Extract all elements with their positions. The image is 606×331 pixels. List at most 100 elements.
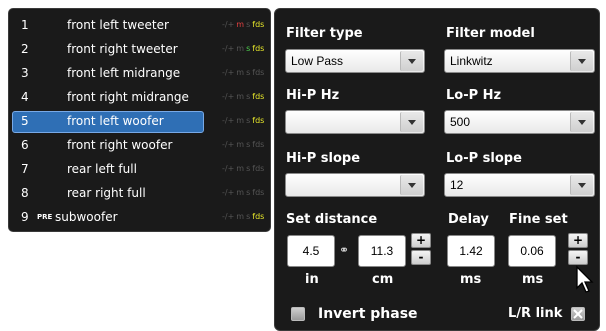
chevron-down-icon[interactable] <box>400 51 423 71</box>
channel-flags: -/+ m s fds <box>220 133 264 157</box>
flag-m-toggle[interactable]: m <box>236 212 244 221</box>
flag-s-toggle[interactable]: s <box>246 116 250 125</box>
flag-plusminus-toggle[interactable]: -/+ <box>222 140 234 149</box>
flag-plusminus-toggle[interactable]: -/+ <box>222 212 234 221</box>
chevron-down-icon[interactable] <box>570 112 593 132</box>
flag-plusminus-toggle[interactable]: -/+ <box>222 92 234 101</box>
flag-s-toggle[interactable]: s <box>246 188 250 197</box>
filter-model-select[interactable]: Linkwitz <box>444 49 595 73</box>
channel-row[interactable]: 3 front left midrange -/+ m s fds <box>15 61 264 85</box>
hip-hz-select[interactable] <box>285 110 425 134</box>
hip-slope-select[interactable] <box>285 173 425 197</box>
flag-plusminus-toggle[interactable]: -/+ <box>222 188 234 197</box>
channel-row[interactable]: 1 front left tweeter -/+ m s fds <box>15 13 264 37</box>
flag-plusminus-toggle[interactable]: -/+ <box>222 44 234 53</box>
invert-phase-checkbox[interactable] <box>291 307 305 321</box>
channel-number: 1 <box>21 18 29 32</box>
channel-name: front right tweeter <box>67 42 178 56</box>
fine-unit: ms <box>522 272 544 287</box>
flag-s-toggle[interactable]: s <box>246 212 250 221</box>
flag-m-toggle[interactable]: m <box>236 92 244 101</box>
fine-minus-button[interactable]: - <box>568 250 588 265</box>
flag-m-toggle[interactable]: m <box>236 44 244 53</box>
chevron-down-icon[interactable] <box>400 112 423 132</box>
flag-fds-toggle[interactable]: fds <box>252 20 264 29</box>
channel-number: 7 <box>21 162 29 176</box>
pre-badge: PRE <box>37 213 53 221</box>
flag-fds-toggle[interactable]: fds <box>252 44 264 53</box>
mouse-cursor-icon <box>576 265 594 293</box>
filter-panel: Filter type Filter model Low Pass Linkwi… <box>274 8 600 331</box>
lop-slope-select[interactable]: 12 <box>444 173 595 197</box>
flag-fds-toggle[interactable]: fds <box>252 92 264 101</box>
channel-flags: -/+ m s fds <box>220 205 264 229</box>
distance-cm-input[interactable]: 11.3 <box>358 235 406 267</box>
flag-m-toggle[interactable]: m <box>236 140 244 149</box>
channel-name: subwoofer <box>55 210 118 224</box>
flag-s-toggle[interactable]: s <box>246 140 250 149</box>
channel-name: front right woofer <box>67 138 173 152</box>
flag-fds-toggle[interactable]: fds <box>252 164 264 173</box>
flag-plusminus-toggle[interactable]: -/+ <box>222 164 234 173</box>
flag-m-toggle[interactable]: m <box>236 188 244 197</box>
distance-minus-button[interactable]: - <box>411 250 431 265</box>
channel-row[interactable]: 9 PRE subwoofer -/+ m s fds <box>15 205 264 229</box>
channel-flags: -/+ m s fds <box>220 13 264 37</box>
flag-fds-toggle[interactable]: fds <box>252 116 264 125</box>
filter-type-select[interactable]: Low Pass <box>285 49 425 73</box>
distance-in-input[interactable]: 4.5 <box>287 235 335 267</box>
channel-name: front left midrange <box>67 66 181 80</box>
flag-plusminus-toggle[interactable]: -/+ <box>222 116 234 125</box>
flag-s-toggle[interactable]: s <box>246 164 250 173</box>
fine-plus-button[interactable]: + <box>568 233 588 248</box>
channel-number: 8 <box>21 186 29 200</box>
channel-row[interactable]: 7 rear left full -/+ m s fds <box>15 157 264 181</box>
x-mark-icon <box>573 309 583 319</box>
flag-fds-toggle[interactable]: fds <box>252 212 264 221</box>
hip-hz-label: Hi-P Hz <box>286 88 340 103</box>
hip-slope-label: Hi-P slope <box>286 151 361 166</box>
channel-row[interactable]: 8 rear right full -/+ m s fds <box>15 181 264 205</box>
flag-m-toggle[interactable]: m <box>236 20 244 29</box>
filter-type-value: Low Pass <box>291 54 344 68</box>
distance-plus-button[interactable]: + <box>411 233 431 248</box>
channel-name: rear right full <box>67 186 146 200</box>
channel-number: 6 <box>21 138 29 152</box>
channel-row[interactable]: 6 front right woofer -/+ m s fds <box>15 133 264 157</box>
lr-link-checkbox[interactable] <box>571 307 585 321</box>
flag-s-toggle[interactable]: s <box>246 44 250 53</box>
chevron-down-icon[interactable] <box>400 175 423 195</box>
flag-m-toggle[interactable]: m <box>236 68 244 77</box>
flag-fds-toggle[interactable]: fds <box>252 140 264 149</box>
channel-row[interactable]: 4 front right midrange -/+ m s fds <box>15 85 264 109</box>
filter-model-label: Filter model <box>446 26 535 41</box>
flag-fds-toggle[interactable]: fds <box>252 68 264 77</box>
flag-m-toggle[interactable]: m <box>236 116 244 125</box>
flag-s-toggle[interactable]: s <box>246 68 250 77</box>
flag-m-toggle[interactable]: m <box>236 164 244 173</box>
flag-plusminus-toggle[interactable]: -/+ <box>222 20 234 29</box>
lop-slope-label: Lo-P slope <box>446 151 522 166</box>
delay-input[interactable]: 1.42 <box>447 235 495 267</box>
flag-plusminus-toggle[interactable]: -/+ <box>222 68 234 77</box>
channel-number: 9 <box>21 210 29 224</box>
set-distance-label: Set distance <box>286 212 378 227</box>
lop-hz-select[interactable]: 500 <box>444 110 595 134</box>
filter-type-label: Filter type <box>286 26 363 41</box>
fine-set-input[interactable]: 0.06 <box>508 235 556 267</box>
channel-number: 5 <box>21 114 29 128</box>
flag-s-toggle[interactable]: s <box>246 92 250 101</box>
channel-list: 1 front left tweeter -/+ m s fds 2 front right … <box>8 8 271 232</box>
chevron-down-icon[interactable] <box>570 51 593 71</box>
delay-unit: ms <box>460 272 482 287</box>
channel-name: front right midrange <box>67 90 189 104</box>
link-chain-icon[interactable]: ⚭ <box>339 243 349 257</box>
channel-name: front left tweeter <box>67 18 169 32</box>
channel-row[interactable]: 2 front right tweeter -/+ m s fds <box>15 37 264 61</box>
flag-s-toggle[interactable]: s <box>246 20 250 29</box>
channel-name: front left woofer <box>67 114 164 128</box>
chevron-down-icon[interactable] <box>570 175 593 195</box>
channel-row[interactable]: 5 front left woofer -/+ m s fds <box>12 109 264 133</box>
flag-fds-toggle[interactable]: fds <box>252 188 264 197</box>
invert-phase-label: Invert phase <box>318 306 418 322</box>
